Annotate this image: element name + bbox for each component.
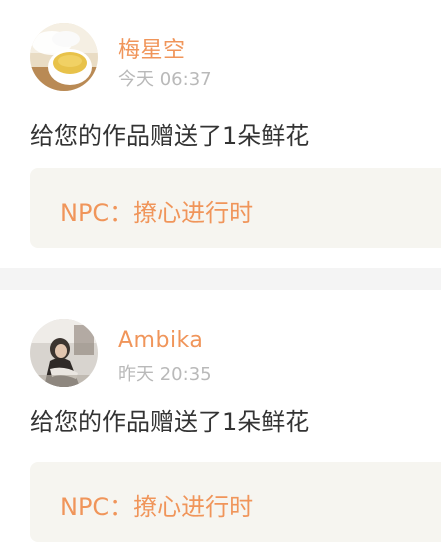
person-photo-avatar-icon [30,319,98,387]
avatar[interactable] [30,319,98,387]
divider [0,268,441,290]
user-name[interactable]: Ambika [118,328,203,353]
notification-item[interactable]: 梅星空 今天 06:37 给您的作品赠送了1朵鲜花 NPC：撩心进行时 [0,0,441,268]
work-title: NPC：撩心进行时 [60,199,254,227]
work-link-card[interactable]: NPC：撩心进行时 [30,168,441,248]
work-title: NPC：撩心进行时 [60,493,254,521]
timestamp: 昨天 20:35 [118,364,212,385]
work-link-card[interactable]: NPC：撩心进行时 [30,462,441,542]
gift-message: 给您的作品赠送了1朵鲜花 [30,122,310,150]
timestamp: 今天 06:37 [118,69,212,90]
gift-message: 给您的作品赠送了1朵鲜花 [30,408,310,436]
avatar[interactable] [30,23,98,91]
tea-cup-avatar-icon [30,23,98,91]
user-name[interactable]: 梅星空 [118,32,186,64]
notification-item[interactable]: Ambika 昨天 20:35 给您的作品赠送了1朵鲜花 NPC：撩心进行时 [0,290,441,548]
